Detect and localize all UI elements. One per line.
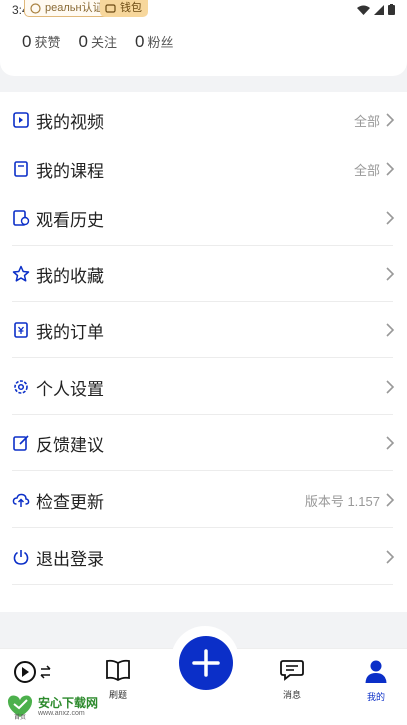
chevron-right-icon bbox=[386, 436, 395, 450]
power-icon bbox=[13, 550, 29, 565]
star-icon bbox=[12, 265, 30, 282]
play-circle-icon bbox=[14, 661, 51, 683]
chevron-right-icon bbox=[386, 267, 395, 281]
wifi-icon bbox=[357, 5, 370, 15]
wallet-badge-label: 钱包 bbox=[120, 2, 142, 14]
chevron-right-icon bbox=[386, 380, 395, 394]
menu-item-feedback[interactable]: 反馈建议 bbox=[0, 415, 407, 471]
stat-followers-label: 粉丝 bbox=[147, 35, 174, 50]
stat-following[interactable]: 0 关注 bbox=[78, 32, 116, 52]
course-icon bbox=[14, 161, 28, 177]
chevron-right-icon bbox=[386, 550, 395, 564]
tab-video[interactable] bbox=[4, 659, 64, 690]
menu-item-trail: 全部 bbox=[353, 114, 380, 129]
chevron-right-icon bbox=[386, 211, 395, 225]
cloud-update-icon bbox=[12, 493, 30, 507]
divider bbox=[12, 527, 393, 528]
version-label: 版本号 1.157 bbox=[304, 494, 380, 509]
menu-item-label: 个人设置 bbox=[36, 380, 104, 399]
chevron-right-icon bbox=[386, 323, 395, 337]
menu-item-my-orders[interactable]: 我的订单 bbox=[0, 302, 407, 358]
menu-item-my-courses[interactable]: 我的课程 全部 bbox=[0, 141, 407, 197]
order-icon bbox=[14, 322, 28, 338]
feedback-icon bbox=[13, 435, 29, 451]
menu-item-trail: 全部 bbox=[353, 163, 380, 178]
menu-item-label: 我的视频 bbox=[36, 113, 104, 132]
status-icons bbox=[357, 4, 395, 15]
chevron-right-icon bbox=[386, 113, 395, 127]
divider bbox=[12, 584, 393, 585]
history-icon bbox=[13, 210, 30, 226]
stat-likes-label: 获赞 bbox=[34, 35, 61, 50]
divider bbox=[12, 470, 393, 471]
verify-icon bbox=[30, 3, 41, 14]
profile-card: 3:4 реальн认证 钱包 0 获赞 0 关注 0 粉丝 bbox=[0, 0, 407, 76]
menu-item-check-update[interactable]: 检查更新 版本号 1.157 bbox=[0, 472, 407, 528]
stat-followers-count: 0 bbox=[134, 32, 145, 51]
tab-messages-label: 消息 bbox=[282, 690, 301, 700]
menu-item-label: 检查更新 bbox=[36, 493, 104, 512]
stat-likes-count: 0 bbox=[22, 32, 32, 51]
wallet-icon bbox=[105, 4, 116, 13]
menu-item-label: 退出登录 bbox=[36, 550, 104, 569]
message-icon bbox=[280, 660, 304, 681]
verify-badge-label: реальн认证 bbox=[45, 2, 104, 14]
menu-item-watch-history[interactable]: 观看历史 bbox=[0, 190, 407, 246]
stat-followers[interactable]: 0 粉丝 bbox=[135, 32, 173, 52]
watermark: 安心下载网 www.anxz.com 首页 bbox=[2, 692, 122, 722]
book-icon bbox=[106, 659, 130, 682]
menu-item-my-videos[interactable]: 我的视频 全部 bbox=[0, 92, 407, 148]
stat-following-label: 关注 bbox=[90, 35, 117, 50]
battery-icon bbox=[388, 4, 395, 15]
signal-icon bbox=[374, 4, 384, 15]
tab-messages[interactable]: 消息 bbox=[262, 659, 322, 701]
menu-item-label: 我的课程 bbox=[36, 162, 104, 181]
watermark-sub: 首页 bbox=[14, 715, 27, 721]
tab-mine-label: 我的 bbox=[366, 692, 385, 702]
user-icon bbox=[365, 660, 387, 683]
plus-icon bbox=[192, 649, 220, 677]
watermark-url: www.anxz.com bbox=[38, 710, 85, 717]
menu-item-label: 反馈建议 bbox=[36, 436, 104, 455]
menu-item-label: 我的订单 bbox=[36, 323, 104, 342]
gear-icon bbox=[14, 380, 28, 394]
menu-item-logout[interactable]: 退出登录 bbox=[0, 529, 407, 585]
stat-likes[interactable]: 0 获赞 bbox=[22, 32, 60, 52]
settings-menu: 我的视频 全部 我的课程 全部 观看历史 我的收藏 我的订单 个人设置 反馈建议… bbox=[0, 92, 407, 612]
profile-stats: 0 获赞 0 关注 0 粉丝 bbox=[22, 32, 173, 52]
divider bbox=[12, 357, 393, 358]
add-button[interactable] bbox=[179, 636, 233, 690]
chevron-right-icon bbox=[386, 162, 395, 176]
menu-item-label: 观看历史 bbox=[36, 211, 104, 230]
video-icon bbox=[13, 112, 29, 128]
menu-item-personal-settings[interactable]: 个人设置 bbox=[0, 359, 407, 415]
chevron-right-icon bbox=[386, 493, 395, 507]
wallet-badge[interactable]: 钱包 bbox=[100, 0, 148, 17]
watermark-title: 安心下载网 bbox=[38, 696, 99, 710]
stat-following-count: 0 bbox=[78, 32, 88, 51]
verify-badge[interactable]: реальн认证 bbox=[24, 0, 111, 17]
menu-item-label: 我的收藏 bbox=[36, 267, 104, 286]
tab-mine[interactable]: 我的 bbox=[346, 659, 406, 703]
menu-item-favorites[interactable]: 我的收藏 bbox=[0, 246, 407, 302]
